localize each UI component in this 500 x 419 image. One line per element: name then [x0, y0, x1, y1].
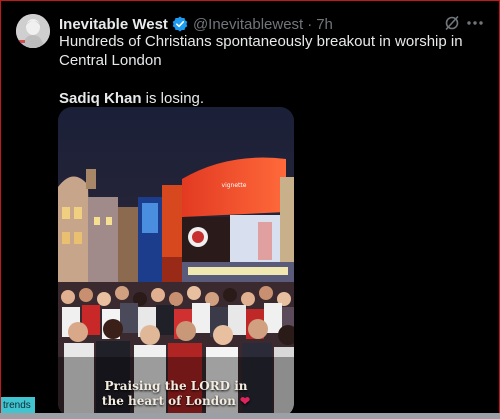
video-caption-line1: Praising the LORD in: [104, 379, 248, 393]
tweet-timestamp[interactable]: 7h: [316, 16, 333, 33]
bottom-bar: [0, 413, 500, 419]
video-thumbnail: vignette: [58, 107, 294, 413]
trends-tab[interactable]: trends: [1, 397, 35, 413]
verified-badge-icon: [172, 16, 188, 32]
svg-text:vignette: vignette: [222, 182, 247, 189]
tweet-video[interactable]: vignette Praising the LORD in the heart …: [58, 107, 294, 413]
tweet-card[interactable]: Inevitable West @Inevitablewest · 7h Hun…: [0, 0, 500, 414]
tweet-text-line1: Hundreds of Christians spontaneously bre…: [59, 33, 463, 69]
video-caption-line2: the heart of London ❤: [58, 394, 294, 409]
separator-dot: ·: [307, 15, 313, 33]
author-handle[interactable]: @Inevitablewest: [193, 16, 303, 33]
tweet-text-line2: Sadiq Khan is losing.: [59, 89, 479, 108]
avatar-statue-image: [16, 14, 50, 48]
author-avatar[interactable]: [16, 14, 50, 48]
more-icon: [467, 21, 483, 25]
heart-icon: ❤: [240, 394, 251, 408]
grok-icon: [445, 16, 459, 30]
tweet-text-bold: Sadiq Khan: [59, 90, 142, 107]
author-name[interactable]: Inevitable West: [59, 16, 168, 33]
more-options-button[interactable]: [464, 13, 486, 33]
grok-button[interactable]: [442, 13, 462, 33]
video-caption: Praising the LORD in the heart of London…: [58, 379, 294, 409]
tweet-text-rest: is losing.: [141, 90, 205, 107]
tweet-header: Inevitable West @Inevitablewest · 7h: [59, 14, 333, 34]
tweet-text: Hundreds of Christians spontaneously bre…: [59, 32, 479, 108]
video-caption-line2-text: the heart of London: [101, 394, 236, 408]
